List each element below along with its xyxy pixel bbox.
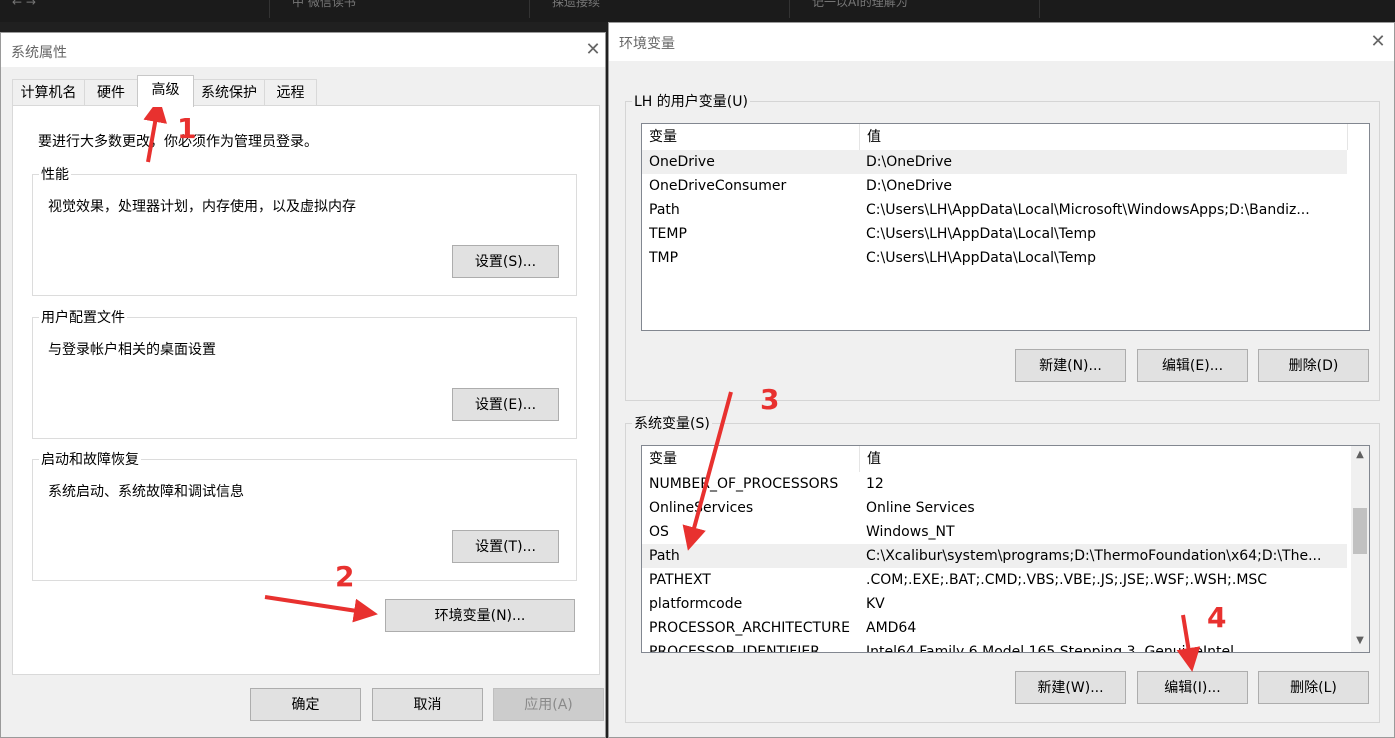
tab-advanced[interactable]: 高级 — [137, 75, 194, 107]
annotation-arrow — [264, 595, 378, 623]
annotation-arrow — [682, 391, 733, 551]
annotation-arrow — [143, 98, 168, 163]
annotation-arrow — [1176, 614, 1201, 672]
annotation-number: 2 — [335, 560, 355, 593]
annotation-number: 3 — [760, 383, 780, 416]
annotation-number: 1 — [177, 112, 197, 145]
annotation-arrows — [143, 98, 1201, 672]
annotation-number: 4 — [1207, 601, 1227, 634]
